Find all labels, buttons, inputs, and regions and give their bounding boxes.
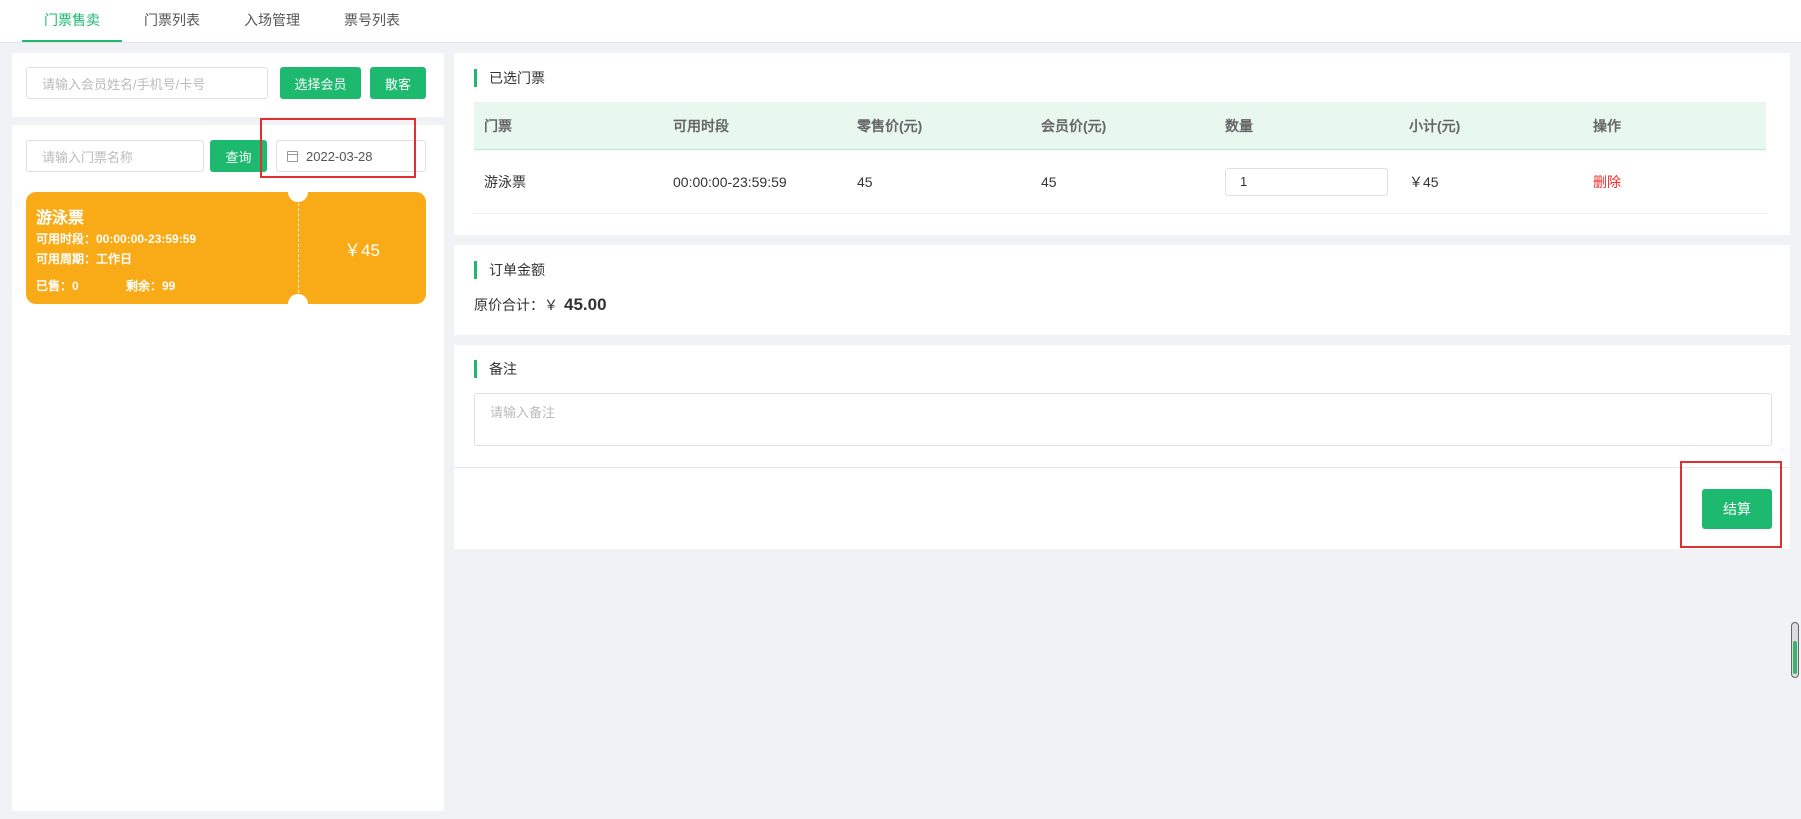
tab-ticket-number-list[interactable]: 票号列表 [322,0,422,42]
cell-time: 00:00:00-23:59:59 [673,173,787,190]
scrollbar[interactable] [1791,622,1799,678]
column-header: 数量 [1225,117,1253,134]
delete-link[interactable]: 删除 [1593,150,1621,213]
ticket-panel: 请输入门票名称 查询 2022-03-28 游泳票 可用时段：00:00:00-… [12,125,444,811]
ticket-cycle: 可用周期：工作日 [36,252,133,266]
table-header: 门票 可用时段 零售价(元) 会员价(元) 数量 小计(元) 操作 [474,102,1766,150]
cell-subtotal: ￥45 [1409,173,1439,190]
order-amount-panel: 订单金额 原价合计：￥ 45.00 [454,245,1790,335]
column-header: 操作 [1593,117,1621,134]
top-tabs: 门票售卖 门票列表 入场管理 票号列表 [0,0,1801,43]
cell-member-price: 45 [1041,173,1057,190]
column-header: 门票 [484,117,512,134]
column-header: 零售价(元) [857,117,923,134]
selected-tickets-panel: 已选门票 门票 可用时段 零售价(元) 会员价(元) 数量 小计(元) 操作 游… [454,53,1790,235]
table-row: 游泳票 00:00:00-23:59:59 45 45 1 ￥45 删除 [474,150,1766,214]
section-title-selected: 已选门票 [474,69,545,87]
amount-label: 原价合计：￥ [474,297,558,313]
divider [454,467,1790,468]
tab-ticket-list[interactable]: 门票列表 [122,0,222,42]
ticket-sold: 已售：0 [36,279,79,293]
select-member-button[interactable]: 选择会员 [280,67,361,99]
cell-retail-price: 45 [857,173,873,190]
cell-quantity: 1 [1225,150,1388,213]
cell-ticket: 游泳票 [484,173,526,190]
query-button[interactable]: 查询 [210,140,267,172]
ticket-name-input[interactable]: 请输入门票名称 [26,140,204,172]
tab-entry-management[interactable]: 入场管理 [222,0,322,42]
ticket-remaining: 剩余：99 [126,279,176,293]
remark-panel: 备注 请输入备注 结算 [454,345,1790,549]
section-title-remark: 备注 [474,360,517,378]
date-highlight-box [260,118,416,178]
selected-tickets-table: 门票 可用时段 零售价(元) 会员价(元) 数量 小计(元) 操作 游泳票 00… [474,102,1766,214]
remark-textarea[interactable]: 请输入备注 [474,393,1772,446]
tab-ticket-sales[interactable]: 门票售卖 [22,0,122,42]
quantity-input[interactable]: 1 [1225,167,1388,196]
amount-line: 原价合计：￥ 45.00 [474,295,607,315]
ticket-price: ￥45 [344,241,380,260]
column-header: 小计(元) [1409,117,1461,134]
ticket-time: 可用时段：00:00:00-23:59:59 [36,232,197,246]
column-header: 可用时段 [673,117,729,134]
ticket-card[interactable]: 游泳票 可用时段：00:00:00-23:59:59 可用周期：工作日 已售：0… [26,182,426,314]
checkout-highlight-box [1680,461,1782,548]
member-panel: 请输入会员姓名/手机号/卡号 选择会员 散客 [12,53,444,117]
ticket-name: 游泳票 [36,210,85,227]
amount-value: 45.00 [564,295,607,314]
section-title-amount: 订单金额 [474,261,545,279]
walk-in-guest-button[interactable]: 散客 [370,67,426,99]
column-header: 会员价(元) [1041,117,1107,134]
member-search-input[interactable]: 请输入会员姓名/手机号/卡号 [26,67,268,99]
